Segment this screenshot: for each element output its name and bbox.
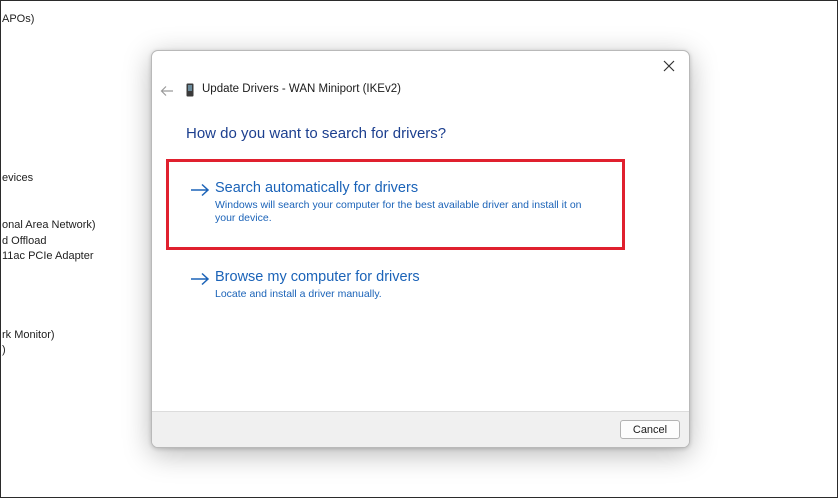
dialog-heading: How do you want to search for drivers? [186, 125, 447, 142]
device-icon [186, 83, 194, 97]
dialog-footer: Cancel [152, 411, 689, 447]
tree-item[interactable]: APOs) [2, 13, 34, 25]
option-title: Search automatically for drivers [215, 180, 419, 196]
arrow-right-icon [191, 272, 210, 286]
back-arrow-icon[interactable] [158, 82, 176, 100]
close-icon [663, 60, 675, 72]
option-title: Browse my computer for drivers [215, 269, 420, 285]
search-automatically-option[interactable]: Search automatically for drivers Windows… [190, 180, 620, 230]
browse-computer-option[interactable]: Browse my computer for drivers Locate an… [190, 269, 620, 305]
option-description: Windows will search your computer for th… [215, 199, 582, 224]
tree-item[interactable]: d Offload [2, 235, 46, 247]
arrow-right-icon [191, 183, 210, 197]
tree-item[interactable]: 11ac PCIe Adapter [2, 250, 94, 262]
tree-item[interactable]: rk Monitor) [2, 329, 55, 341]
tree-item[interactable]: ) [2, 344, 6, 356]
tree-item[interactable]: onal Area Network) [2, 219, 96, 231]
tree-item[interactable]: evices [2, 172, 33, 184]
update-drivers-dialog: Update Drivers - WAN Miniport (IKEv2) Ho… [151, 50, 690, 448]
cancel-button[interactable]: Cancel [620, 420, 680, 439]
dialog-title: Update Drivers - WAN Miniport (IKEv2) [202, 83, 401, 95]
option-description: Locate and install a driver manually. [215, 288, 382, 300]
close-button[interactable] [657, 55, 681, 77]
